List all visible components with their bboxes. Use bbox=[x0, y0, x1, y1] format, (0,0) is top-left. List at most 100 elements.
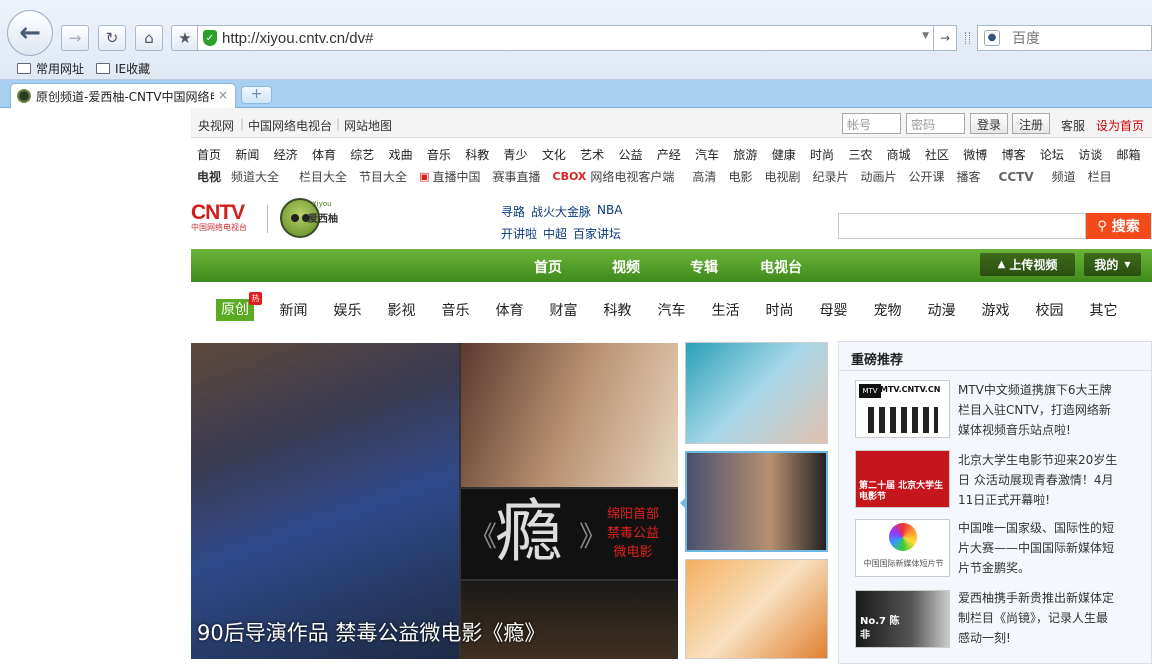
nav2-link[interactable]: 动画片 bbox=[860, 168, 896, 185]
hero-slideshow[interactable]: 《 瘾 》 绵阳首部 禁毒公益 微电影 90后导演作品 禁毒公益微电影《瘾》 bbox=[191, 343, 678, 659]
main-nav-home[interactable]: 首页 bbox=[534, 257, 562, 277]
category-item[interactable]: 体育 bbox=[495, 300, 524, 320]
nav-link[interactable]: 三农 bbox=[848, 146, 872, 163]
browser-search-box[interactable]: ● 百度 bbox=[977, 25, 1152, 51]
nav2-link[interactable]: 电影 bbox=[728, 168, 752, 185]
hot-search-link[interactable]: 百家讲坛 bbox=[573, 225, 621, 242]
chevron-down-icon[interactable]: ▼ bbox=[922, 31, 929, 41]
nav2-link[interactable]: 播客 bbox=[957, 168, 981, 185]
nav-link[interactable]: 戏曲 bbox=[389, 146, 413, 163]
nav-link[interactable]: 时尚 bbox=[810, 146, 834, 163]
category-item[interactable]: 汽车 bbox=[657, 300, 686, 320]
recommend-item-text[interactable]: 中国唯一国家级、国际性的短片大赛——中国国际新媒体短片节金鹏奖。 bbox=[958, 518, 1118, 578]
recommend-thumbnail[interactable]: MTV MTV.CNTV.CN bbox=[855, 380, 950, 438]
nav-link[interactable]: 体育 bbox=[312, 146, 336, 163]
favorite-button[interactable]: ★ bbox=[171, 25, 199, 51]
mine-dropdown[interactable]: 我的 ▼ bbox=[1084, 253, 1141, 276]
home-button[interactable]: ⌂ bbox=[135, 25, 163, 51]
recommend-item-text[interactable]: 北京大学生电影节迎来20岁生日 众活动展现青春激情！4月11日正式开幕啦! bbox=[958, 450, 1118, 510]
nav2-link[interactable]: 电视剧 bbox=[764, 168, 800, 185]
nav-link[interactable]: 经济 bbox=[274, 146, 298, 163]
recommend-thumbnail[interactable]: No.7 陈非 bbox=[855, 590, 950, 648]
close-icon[interactable]: × bbox=[218, 88, 228, 102]
category-item[interactable]: 影视 bbox=[387, 300, 416, 320]
toolbar-grip[interactable] bbox=[965, 32, 970, 44]
cbox-link[interactable]: 网络电视客户端 bbox=[590, 168, 674, 185]
nav-link[interactable]: 邮箱 bbox=[1117, 146, 1141, 163]
refresh-button[interactable]: ↻ bbox=[98, 25, 126, 51]
slide-thumbnail[interactable] bbox=[685, 559, 828, 659]
search-button[interactable]: ⚲ 搜索 bbox=[1086, 213, 1151, 239]
nav2-link[interactable]: 高清 bbox=[692, 168, 716, 185]
set-home-link[interactable]: 设为首页 bbox=[1096, 117, 1144, 134]
nav-link[interactable]: 旅游 bbox=[733, 146, 757, 163]
category-item[interactable]: 科教 bbox=[603, 300, 632, 320]
url-text[interactable]: http://xiyou.cntv.cn/dv# bbox=[222, 30, 373, 47]
category-item[interactable]: 母婴 bbox=[819, 300, 848, 320]
nav-link[interactable]: 汽车 bbox=[695, 146, 719, 163]
category-item[interactable]: 时尚 bbox=[765, 300, 794, 320]
register-button[interactable]: 注册 bbox=[1012, 113, 1051, 134]
nav-link[interactable]: 文化 bbox=[542, 146, 566, 163]
category-item[interactable]: 宠物 bbox=[873, 300, 902, 320]
recommend-item-text[interactable]: 爱西柚携手新贵推出新媒体定制栏目《尚镜》，记录人生最感动一刻! bbox=[958, 588, 1118, 648]
category-original[interactable]: 原创 热 bbox=[216, 292, 262, 321]
nav2-link[interactable]: 节目大全 bbox=[359, 168, 407, 185]
hot-search-link[interactable]: 开讲啦 bbox=[501, 225, 537, 242]
hero-caption[interactable]: 90后导演作品 禁毒公益微电影《瘾》 bbox=[197, 617, 545, 647]
category-item[interactable]: 动漫 bbox=[927, 300, 956, 320]
login-button[interactable]: 登录 bbox=[970, 113, 1009, 134]
nav2-link[interactable]: 栏目大全 bbox=[299, 168, 347, 185]
nav-link[interactable]: 首页 bbox=[197, 146, 221, 163]
password-input[interactable]: 密码 bbox=[906, 113, 965, 134]
upload-button[interactable]: ▲ 上传视频 bbox=[980, 253, 1075, 276]
nav2-link[interactable]: 公开课 bbox=[909, 168, 945, 185]
back-button[interactable]: ← bbox=[7, 10, 53, 56]
hot-search-link[interactable]: 寻路 bbox=[501, 203, 525, 220]
nav-link[interactable]: 博客 bbox=[1002, 146, 1026, 163]
hot-search-link[interactable]: 战火大金脉 bbox=[531, 203, 591, 220]
category-item[interactable]: 校园 bbox=[1035, 300, 1064, 320]
nav-link[interactable]: 科教 bbox=[465, 146, 489, 163]
link-sitemap[interactable]: 网站地图 bbox=[344, 117, 392, 134]
link-cntv[interactable]: 中国网络电视台 bbox=[248, 117, 332, 134]
nav-link[interactable]: 产经 bbox=[657, 146, 681, 163]
bookmark-item[interactable]: IE收藏 bbox=[96, 60, 150, 77]
address-bar[interactable]: ✓ http://xiyou.cntv.cn/dv# ▼ bbox=[197, 25, 936, 51]
slide-thumbnail[interactable] bbox=[685, 342, 828, 444]
site-search-input[interactable] bbox=[838, 213, 1086, 239]
category-item[interactable]: 生活 bbox=[711, 300, 740, 320]
nav-link[interactable]: 青少 bbox=[504, 146, 528, 163]
slide-thumbnail-active[interactable] bbox=[685, 451, 828, 552]
nav2-link[interactable]: 频道大全 bbox=[231, 168, 279, 185]
link-cctv[interactable]: 央视网 bbox=[198, 117, 234, 134]
service-link[interactable]: 客服 bbox=[1061, 117, 1085, 134]
forward-button[interactable]: → bbox=[61, 25, 89, 51]
main-nav-video[interactable]: 视频 bbox=[612, 257, 640, 277]
new-tab-button[interactable]: + bbox=[241, 86, 272, 104]
nav2-link[interactable]: 频道 bbox=[1052, 168, 1076, 185]
category-item[interactable]: 游戏 bbox=[981, 300, 1010, 320]
browser-tab[interactable]: 原创频道-爱西柚-CNTV中国网络电 × bbox=[10, 83, 236, 108]
nav-link[interactable]: 健康 bbox=[772, 146, 796, 163]
account-input[interactable]: 帐号 bbox=[842, 113, 901, 134]
recommend-thumbnail[interactable]: 中国国际新媒体短片节 bbox=[855, 519, 950, 577]
go-button[interactable]: → bbox=[933, 25, 957, 51]
cntv-logo[interactable]: CNTV 中国网络电视台 bbox=[191, 202, 257, 233]
nav-link[interactable]: 公益 bbox=[618, 146, 642, 163]
nav2-link[interactable]: 纪录片 bbox=[812, 168, 848, 185]
main-nav-tv[interactable]: 电视台 bbox=[760, 257, 802, 277]
cctv-link[interactable]: CCTV bbox=[999, 170, 1034, 184]
category-item[interactable]: 其它 bbox=[1089, 300, 1118, 320]
category-item[interactable]: 新闻 bbox=[279, 300, 308, 320]
nav-link[interactable]: 访谈 bbox=[1078, 146, 1102, 163]
live-china-link[interactable]: 直播中国 bbox=[432, 168, 480, 185]
nav-link[interactable]: 微博 bbox=[963, 146, 987, 163]
hot-search-link[interactable]: NBA bbox=[597, 203, 622, 217]
nav-link[interactable]: 商城 bbox=[887, 146, 911, 163]
nav-link[interactable]: 音乐 bbox=[427, 146, 451, 163]
live-sports-link[interactable]: 赛事直播 bbox=[492, 168, 540, 185]
recommend-thumbnail[interactable]: 第二十届 北京大学生电影节 bbox=[855, 450, 950, 508]
nav2-link[interactable]: 栏目 bbox=[1088, 168, 1112, 185]
nav-link[interactable]: 艺术 bbox=[580, 146, 604, 163]
